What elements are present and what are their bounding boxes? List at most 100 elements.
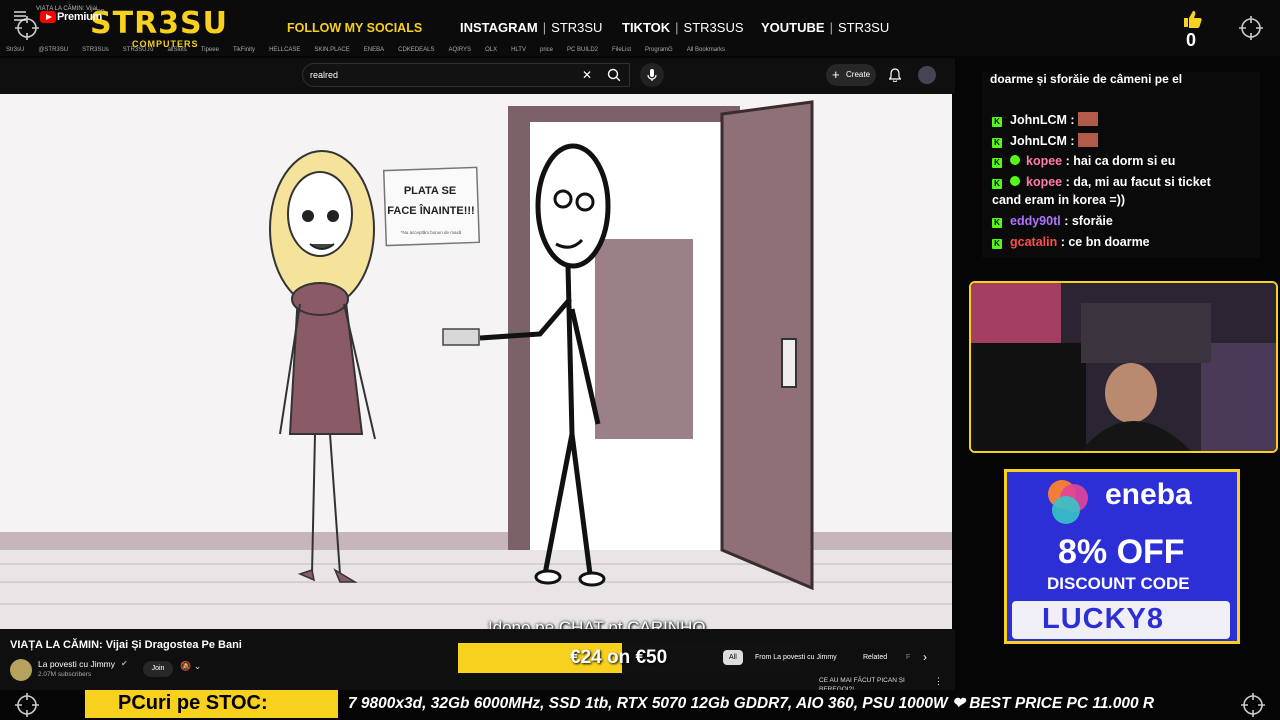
sign-line-1: PLATA SE [404, 185, 456, 197]
social-instagram: INSTAGRAM | STR3SU [460, 20, 603, 35]
kick-badge-icon: K [992, 218, 1002, 228]
bookmark[interactable]: All Bookmarks [687, 47, 725, 53]
bookmark[interactable]: ENEBA [364, 47, 384, 53]
chat-text: da, mi au facut si ticket [1073, 175, 1211, 189]
chat-text: doarme și sforăie de câmeni pe el [990, 72, 1183, 86]
door-handle [781, 338, 797, 388]
voice-search-button[interactable] [640, 63, 664, 87]
sign-small-print: *Nu acceptăm bonuri de masă [401, 230, 462, 235]
ad-brand: eneba [1105, 478, 1192, 511]
plus-icon: + [832, 67, 840, 82]
ticker-label: PCuri pe STOC: [118, 692, 268, 714]
chip-from-channel[interactable]: From La povesti cu Jimmy [749, 650, 843, 665]
kick-badge-icon: K [992, 138, 1002, 148]
crosshair-icon [1241, 693, 1265, 717]
chip-more[interactable]: F [900, 650, 916, 665]
chip-all[interactable]: All [723, 650, 743, 665]
bookmark[interactable]: SKIN.PLACE [314, 47, 349, 53]
account-avatar[interactable] [918, 66, 936, 84]
open-door [720, 100, 814, 591]
channel-name[interactable]: La povesti cu Jimmy [38, 659, 115, 669]
like-count: 0 [1186, 30, 1197, 50]
kick-badge-icon: K [992, 158, 1002, 168]
chat-text: cand eram in korea =)) [992, 193, 1126, 207]
bookmark[interactable]: PC BUILD2 [567, 47, 598, 53]
chat-message: Kgcatalin : ce bn doarme [992, 235, 1150, 249]
bookmark[interactable]: FileList [612, 47, 631, 53]
social-platform: YOUTUBE [761, 20, 825, 35]
chat-username[interactable]: JohnLCM [1010, 134, 1067, 148]
bookmark[interactable]: CDKEDEALS [398, 47, 434, 53]
bookmarks-bar: Str3sU @STR3SU STR3SUs STR3SU.ro allSlot… [0, 44, 955, 56]
ad-code: LUCKY8 [1042, 603, 1165, 635]
social-tiktok: TIKTOK | STR3SUS [622, 20, 744, 35]
play-glyph [46, 14, 52, 20]
bookmark[interactable]: HLTV [511, 47, 526, 53]
chat-username[interactable]: kopee [1026, 175, 1062, 189]
bookmark[interactable]: Tipeee [201, 47, 219, 53]
kick-badge-icon: K [992, 117, 1002, 127]
social-youtube: YOUTUBE | STR3SU [761, 20, 890, 35]
woman-face [287, 171, 353, 257]
bookmark[interactable]: HELLCASE [269, 47, 300, 53]
banknote [442, 328, 480, 346]
brand-logo: STR3SU COMPUTERS [90, 6, 240, 49]
menu-icon[interactable] [14, 11, 26, 21]
microphone-icon [647, 69, 657, 81]
social-handle: STR3SU [837, 20, 890, 35]
eneba-logo-icon [1048, 480, 1088, 524]
webcam-scene [971, 283, 1276, 451]
region-code: RO [97, 9, 105, 15]
chat-message: K JohnLCM : [992, 133, 1099, 148]
crosshair-icon [15, 693, 39, 717]
youtube-brand[interactable]: Premium [57, 11, 102, 23]
chat-username[interactable]: eddy90tl [1010, 214, 1061, 228]
bookmark[interactable]: STR3SUs [82, 47, 109, 53]
stickman-head [535, 143, 611, 269]
social-platform: INSTAGRAM [460, 20, 538, 35]
crosshair-icon [1239, 16, 1263, 40]
chevron-right-icon[interactable]: › [923, 650, 927, 664]
bookmark[interactable]: AQIRYS [448, 47, 471, 53]
emote-icon [1078, 133, 1099, 147]
bookmark[interactable]: allSlots [167, 47, 186, 53]
bell-icon[interactable] [889, 68, 901, 82]
chip-related[interactable]: Related [857, 650, 893, 665]
subscriber-count: 2.07M subscribers [38, 671, 92, 678]
search-box[interactable] [302, 63, 630, 87]
verified-icon: ✔ [121, 659, 128, 668]
chat-message: Keddy90tl : sforăie [992, 214, 1113, 228]
bookmark[interactable]: price [540, 47, 553, 53]
channel-avatar[interactable] [10, 659, 32, 681]
search-input[interactable]: realred [310, 70, 338, 80]
chat-text: hai ca dorm si eu [1073, 154, 1176, 168]
clear-search-icon[interactable]: ✕ [582, 68, 592, 82]
ad-discount-label: DISCOUNT CODE [1047, 574, 1190, 593]
join-button[interactable]: Join [143, 661, 173, 677]
notification-bell-icon[interactable]: 🔕 ⌄ [180, 661, 214, 677]
bookmark[interactable]: TikFinity [233, 47, 255, 53]
background-door [595, 239, 693, 439]
video-title: VIAȚA LA CĂMIN: Vijai Și Dragostea Pe Ba… [10, 639, 242, 651]
chat-username[interactable]: JohnLCM [1010, 113, 1067, 127]
bookmark[interactable]: STR3SU.ro [123, 47, 154, 53]
chat-username[interactable]: kopee [1026, 154, 1062, 168]
more-options-icon[interactable]: ⋮ [934, 676, 943, 687]
chat-username[interactable]: gcatalin [1010, 235, 1057, 249]
chat-message: doarme și sforăie de câmeni pe el [990, 72, 1182, 86]
kick-badge-icon: K [992, 179, 1002, 189]
ticker-text: 7 9800x3d, 32Gb 6000MHz, SSD 1tb, RTX 50… [348, 695, 1155, 712]
social-platform: TIKTOK [622, 20, 671, 35]
search-icon[interactable] [600, 63, 628, 87]
chat-message: Kkopee : hai ca dorm si eu [992, 154, 1175, 168]
chat-message: Kkopee : da, mi au facut si ticket [992, 175, 1211, 189]
thumbs-up-icon [1184, 11, 1202, 28]
ad-offer: 8% OFF [1058, 533, 1185, 571]
bookmark[interactable]: ProgramG [645, 47, 673, 53]
bookmark[interactable]: @STR3SU [38, 47, 68, 53]
bookmark[interactable]: Str3sU [6, 47, 24, 53]
social-handle: STR3SUS [683, 20, 744, 35]
bookmark[interactable]: OLX [485, 47, 497, 53]
emote-icon [1078, 112, 1099, 126]
video-player[interactable]: PLATA SE FACE ÎNAINTE!!! *Nu acceptăm bo… [0, 94, 952, 629]
